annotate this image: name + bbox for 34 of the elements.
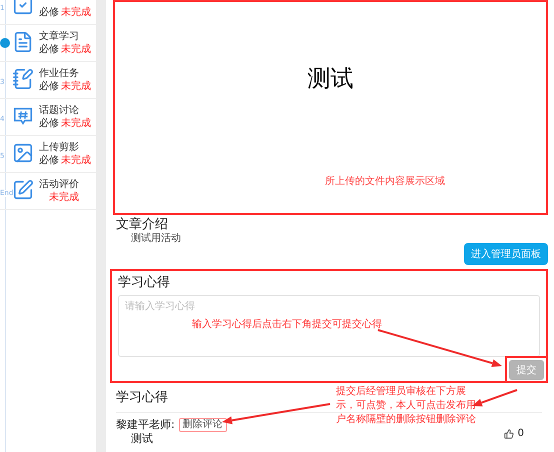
status-label: 未完成 xyxy=(61,118,91,130)
comment-author: 黎建平老师: xyxy=(116,418,175,432)
delete-comment-button[interactable]: 删除评论 xyxy=(178,418,227,432)
step-icon xyxy=(12,105,34,127)
status-label: 未完成 xyxy=(49,192,79,204)
comment-text: 测试 xyxy=(131,432,153,446)
annotation-text: 所上传的文件内容展示区域 xyxy=(325,174,445,189)
section-heading: 文章介绍 xyxy=(116,217,169,232)
step-icon xyxy=(12,31,34,53)
intro-text: 测试用活动 xyxy=(131,233,182,245)
step-title: 文章学习 xyxy=(39,31,80,43)
required-label: 必修 xyxy=(39,81,59,93)
step-title: 活动评价 xyxy=(39,179,79,191)
step-icon xyxy=(12,0,34,16)
step-icon xyxy=(12,68,34,90)
status-label: 未完成 xyxy=(61,155,91,167)
like-count: 0 xyxy=(518,428,524,440)
status-label: 未完成 xyxy=(61,44,91,56)
annotation-text: 输入学习心得后点击右下角提交可提交心得 xyxy=(192,318,382,332)
required-label: 必修 xyxy=(39,7,59,19)
step-icon xyxy=(12,142,34,164)
section-heading: 学习心得 xyxy=(116,390,168,406)
status-label: 未完成 xyxy=(61,7,91,19)
like-icon[interactable] xyxy=(504,429,514,439)
step-title: 上传剪影 xyxy=(39,142,80,154)
preview-title: 测试 xyxy=(306,65,354,94)
status-label: 未完成 xyxy=(61,81,91,93)
step-title: 话题讨论 xyxy=(39,105,80,117)
step-title: 作业任务 xyxy=(39,68,80,80)
section-heading: 学习心得 xyxy=(118,275,171,291)
step-icon xyxy=(12,179,34,201)
required-label: 必修 xyxy=(39,155,59,167)
required-label: 必修 xyxy=(39,118,59,130)
required-label: 必修 xyxy=(39,44,59,56)
